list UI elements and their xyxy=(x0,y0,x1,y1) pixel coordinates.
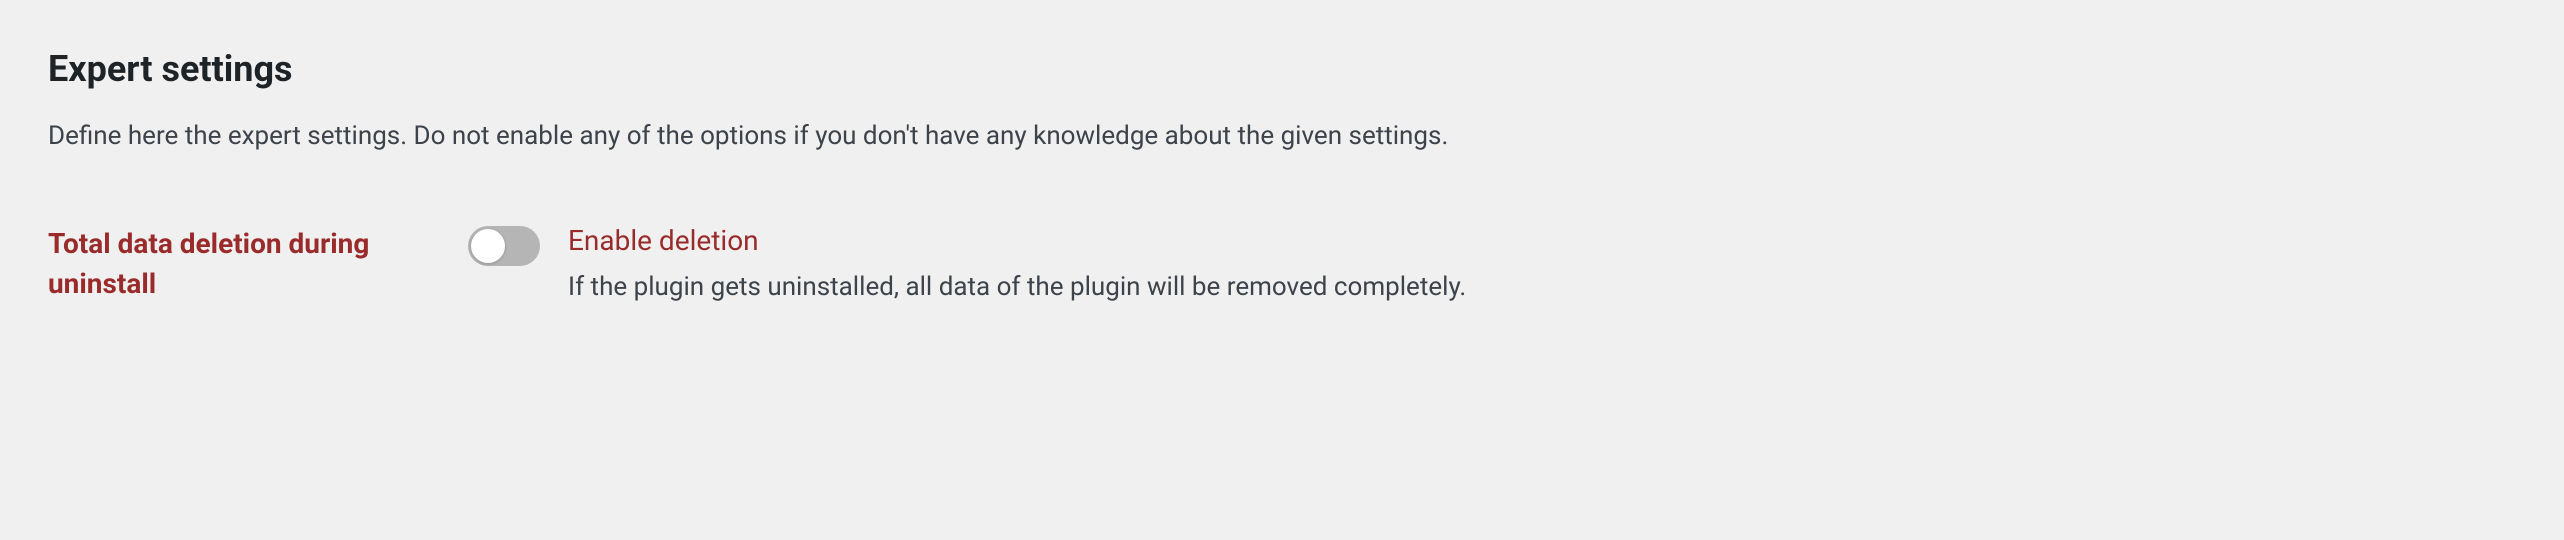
setting-row-data-deletion: Total data deletion during uninstall Ena… xyxy=(48,224,2516,305)
setting-control: Enable deletion If the plugin gets unins… xyxy=(468,224,2516,305)
toggle-knob xyxy=(471,229,505,263)
setting-label: Total data deletion during uninstall xyxy=(48,224,428,302)
toggle-enable-deletion[interactable] xyxy=(468,226,540,266)
setting-option-description: If the plugin gets uninstalled, all data… xyxy=(568,269,1466,305)
setting-option-label: Enable deletion xyxy=(568,224,1466,257)
section-title: Expert settings xyxy=(48,48,2516,90)
section-description: Define here the expert settings. Do not … xyxy=(48,118,2516,154)
setting-details: Enable deletion If the plugin gets unins… xyxy=(568,224,1466,305)
expert-settings-section: Expert settings Define here the expert s… xyxy=(48,48,2516,306)
